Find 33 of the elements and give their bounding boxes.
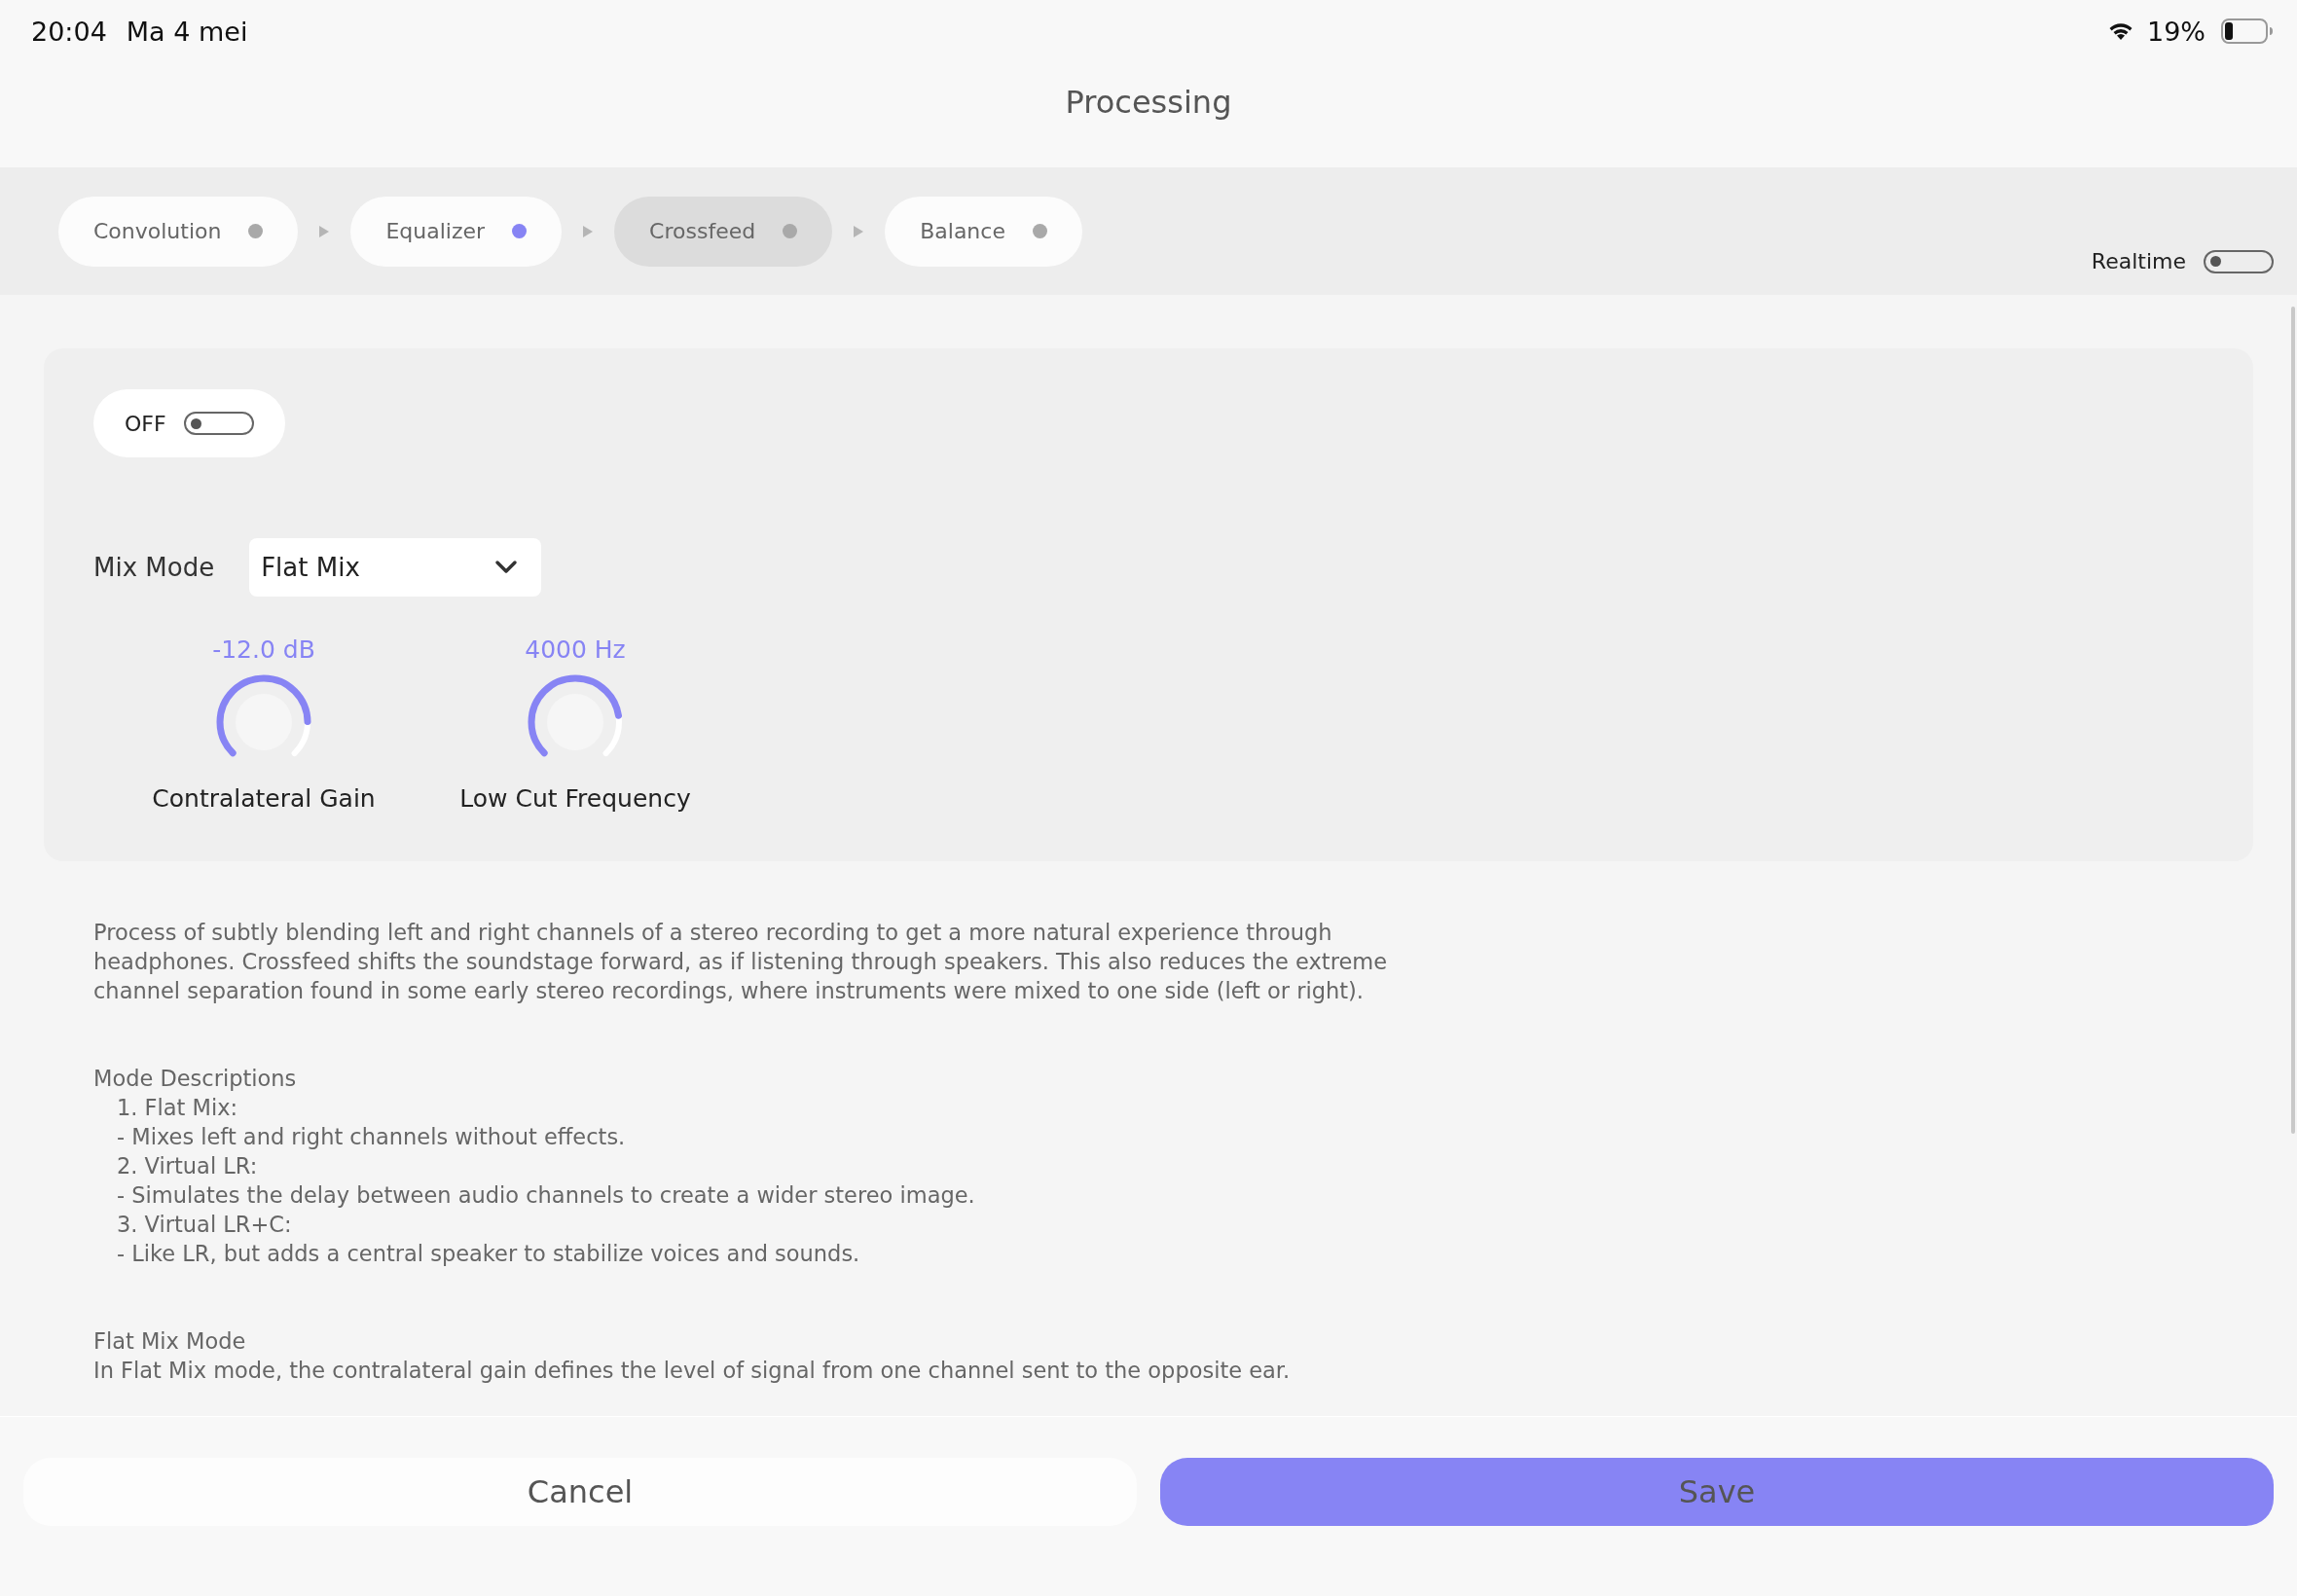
mode-description-line: 1. Flat Mix:: [116, 1094, 239, 1122]
power-switch[interactable]: OFF: [93, 389, 285, 457]
status-date: Ma 4 mei: [126, 16, 248, 47]
stage-tab[interactable]: Balance: [885, 196, 1082, 267]
power-toggle[interactable]: [183, 412, 254, 435]
battery-percent: 19%: [2147, 16, 2206, 47]
cancel-button[interactable]: Cancel: [23, 1458, 1137, 1526]
stage-tab[interactable]: Convolution: [58, 196, 299, 267]
knob-label: Contralateral Gain: [152, 784, 376, 813]
dropdown-value: Flat Mix: [261, 553, 360, 582]
mode-description-line: - Like LR, but adds a central speaker to stabilize voices and sounds.: [116, 1240, 861, 1268]
mode-description-line: 2. Virtual LR:: [116, 1152, 259, 1180]
stage-tab[interactable]: Equalizer: [350, 196, 563, 267]
mix-mode-dropdown[interactable]: Flat Mix: [249, 538, 542, 597]
page-title: Processing: [1064, 84, 1233, 121]
realtime-label: Realtime: [2091, 249, 2186, 273]
knob-reading: 4000 Hz: [525, 635, 626, 664]
knob-label: Low Cut Frequency: [459, 784, 691, 813]
mix-mode-label: Mix Mode: [93, 553, 215, 582]
chevron-down-icon: [494, 560, 519, 575]
section-heading: Mode Descriptions: [93, 1065, 298, 1093]
power-label: OFF: [125, 411, 166, 436]
mode-description-line: - Simulates the delay between audio channels to create a wider stereo image.: [116, 1181, 976, 1210]
realtime-toggle[interactable]: [2204, 249, 2274, 273]
stage-tab[interactable]: Crossfeed: [614, 196, 833, 267]
knob-reading: -12.0 dB: [212, 635, 315, 664]
mode-description-line: - Mixes left and right channels without effects.: [116, 1123, 627, 1151]
section-heading: Flat Mix Mode: [93, 1327, 247, 1356]
description-paragraph: Process of subtly blending left and right channels of a stereo recording to get a more natural experience through headphones. Crossfeed shifts the soundstage forward, as if listening through speakers. This also reduces the extreme channel separation found in some early stereo recordings, where instruments were mixed to one side (left or right).: [93, 919, 1389, 1005]
status-time: 20:04: [31, 16, 107, 47]
mode-description-line: 3. Virtual LR+C:: [116, 1211, 293, 1239]
section-heading: In Flat Mix mode, the contralateral gain defines the level of signal from one channel sent to the opposite ear.: [93, 1357, 1292, 1385]
battery-icon: [2221, 18, 2274, 44]
